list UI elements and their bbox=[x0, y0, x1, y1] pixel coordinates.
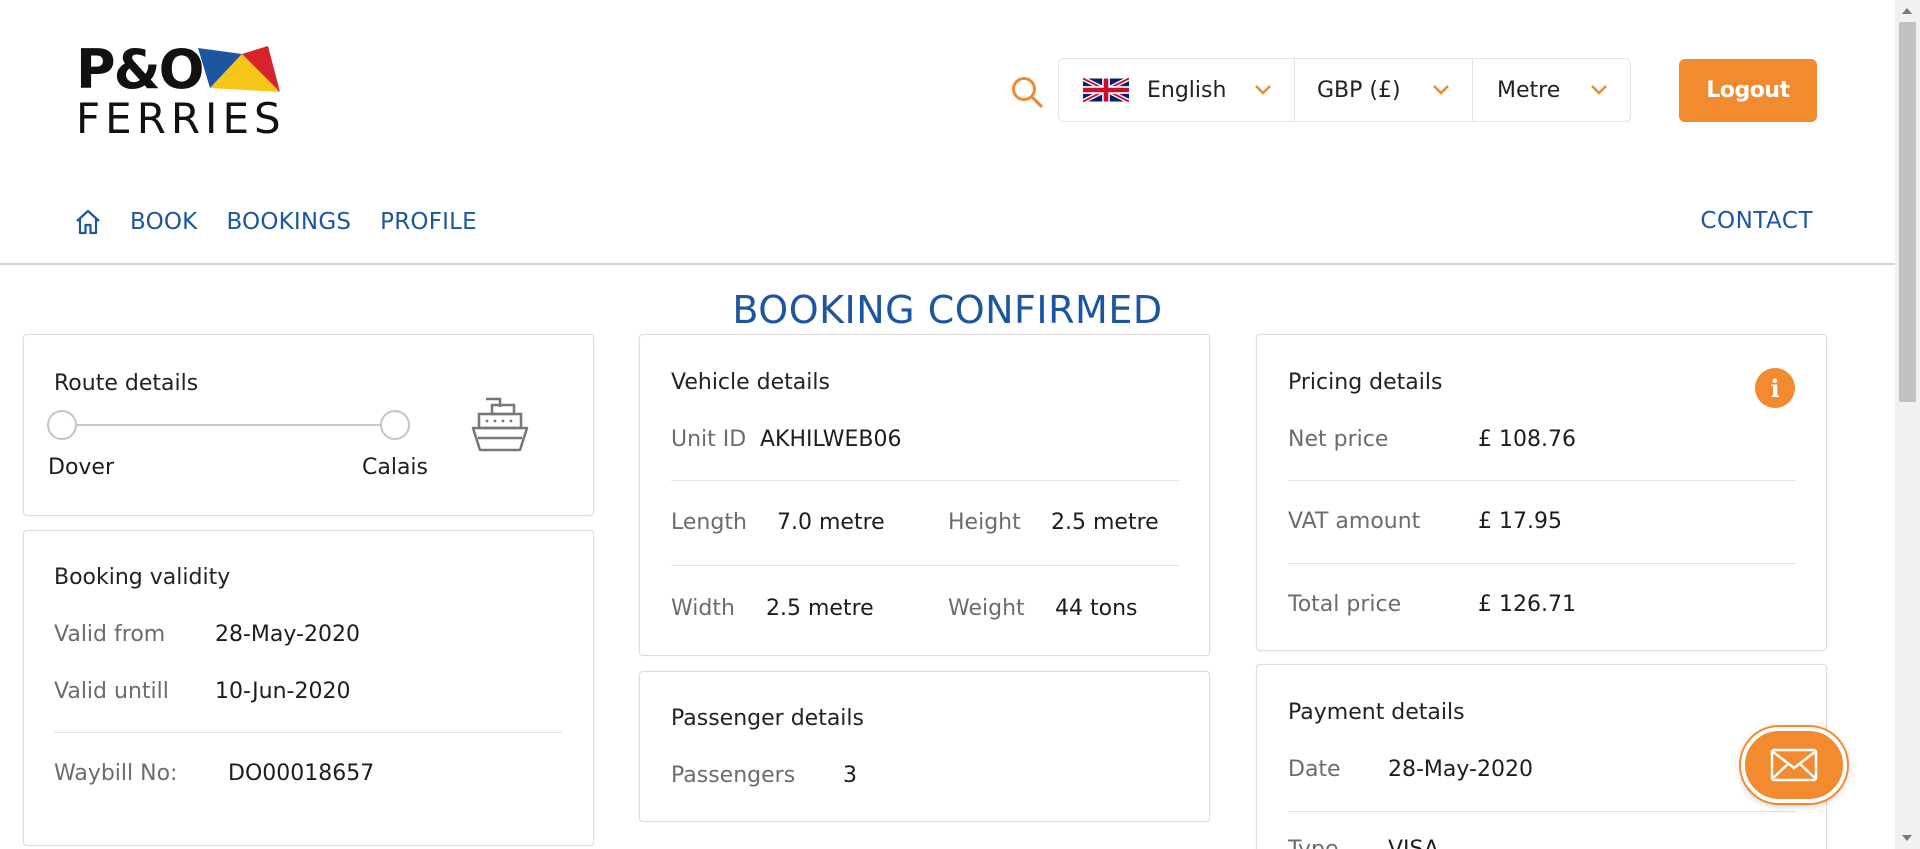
preferences-selector-group: English GBP (£) Metre bbox=[1058, 58, 1631, 122]
total-price-value: £ 126.71 bbox=[1478, 592, 1576, 617]
divider bbox=[671, 480, 1179, 481]
divider bbox=[1288, 811, 1796, 812]
booking-validity-card: Booking validity Valid from 28-May-2020 … bbox=[23, 530, 594, 846]
contact-mail-button[interactable] bbox=[1741, 727, 1847, 803]
payment-details-title: Payment details bbox=[1288, 700, 1465, 725]
width-value: 2.5 metre bbox=[766, 596, 874, 621]
info-icon[interactable]: i bbox=[1755, 368, 1795, 408]
nav-divider bbox=[0, 263, 1895, 265]
height-value: 2.5 metre bbox=[1051, 510, 1159, 535]
valid-until-value: 10-Jun-2020 bbox=[215, 679, 351, 704]
nav-profile[interactable]: PROFILE bbox=[380, 209, 477, 235]
payment-type-label: Type bbox=[1288, 837, 1339, 849]
waybill-label: Waybill No: bbox=[54, 761, 178, 786]
route-destination: Calais bbox=[362, 455, 429, 480]
route-details-card: Route details Dover Calais bbox=[23, 334, 594, 516]
route-details-title: Route details bbox=[54, 371, 199, 396]
passengers-label: Passengers bbox=[671, 763, 796, 788]
language-select[interactable]: English bbox=[1059, 59, 1295, 121]
weight-label: Weight bbox=[948, 596, 1025, 621]
ferry-icon bbox=[471, 397, 529, 452]
mail-icon bbox=[1770, 748, 1818, 782]
nav-contact[interactable]: CONTACT bbox=[1700, 208, 1813, 234]
length-label: Length bbox=[671, 510, 747, 535]
unit-select[interactable]: Metre bbox=[1473, 59, 1630, 121]
unit-id-label: Unit ID bbox=[671, 427, 747, 452]
brand-logo[interactable]: P&O FERRIES bbox=[76, 42, 281, 142]
vat-amount-label: VAT amount bbox=[1288, 509, 1421, 534]
vehicle-details-title: Vehicle details bbox=[671, 370, 830, 395]
language-value: English bbox=[1147, 77, 1227, 103]
logout-button[interactable]: Logout bbox=[1679, 59, 1817, 122]
booking-validity-title: Booking validity bbox=[54, 565, 231, 590]
pricing-details-card: Pricing details i Net price £ 108.76 VAT… bbox=[1256, 334, 1827, 651]
route-destination-marker bbox=[380, 410, 410, 440]
route-origin: Dover bbox=[48, 455, 114, 480]
valid-from-label: Valid from bbox=[54, 622, 166, 647]
page-title: BOOKING CONFIRMED bbox=[732, 288, 1163, 332]
length-value: 7.0 metre bbox=[777, 510, 885, 535]
valid-from-value: 28-May-2020 bbox=[215, 622, 360, 647]
home-icon[interactable] bbox=[74, 208, 102, 236]
currency-select[interactable]: GBP (£) bbox=[1295, 59, 1473, 121]
scrollbar-thumb[interactable] bbox=[1899, 22, 1916, 402]
scroll-down-arrow-icon[interactable] bbox=[1902, 835, 1912, 841]
payment-date-label: Date bbox=[1288, 757, 1341, 782]
page-scrollbar[interactable] bbox=[1895, 0, 1920, 849]
divider bbox=[1288, 563, 1796, 564]
unit-value: Metre bbox=[1497, 77, 1561, 103]
main-nav: BOOK BOOKINGS PROFILE bbox=[74, 204, 506, 240]
chevron-down-icon bbox=[1591, 85, 1607, 95]
weight-value: 44 tons bbox=[1055, 596, 1138, 621]
passengers-value: 3 bbox=[843, 763, 857, 788]
height-label: Height bbox=[948, 510, 1021, 535]
route-line bbox=[62, 424, 396, 426]
chevron-down-icon bbox=[1433, 85, 1449, 95]
passenger-details-card: Passenger details Passengers 3 bbox=[639, 671, 1210, 822]
scroll-up-arrow-icon[interactable] bbox=[1902, 8, 1912, 14]
net-price-label: Net price bbox=[1288, 427, 1389, 452]
payment-date-value: 28-May-2020 bbox=[1388, 757, 1533, 782]
search-icon[interactable] bbox=[1010, 75, 1044, 109]
vehicle-details-card: Vehicle details Unit ID AKHILWEB06 Lengt… bbox=[639, 334, 1210, 656]
width-label: Width bbox=[671, 596, 735, 621]
chevron-down-icon bbox=[1255, 85, 1271, 95]
net-price-value: £ 108.76 bbox=[1478, 427, 1576, 452]
nav-bookings[interactable]: BOOKINGS bbox=[226, 209, 351, 235]
divider bbox=[671, 565, 1179, 566]
vat-amount-value: £ 17.95 bbox=[1478, 509, 1562, 534]
logo-text-top: P&O bbox=[76, 38, 205, 101]
total-price-label: Total price bbox=[1288, 592, 1402, 617]
divider bbox=[1288, 480, 1796, 481]
divider bbox=[54, 732, 562, 733]
route-origin-marker bbox=[47, 410, 77, 440]
nav-book[interactable]: BOOK bbox=[130, 209, 197, 235]
logo-text-bottom: FERRIES bbox=[76, 94, 286, 143]
logo-flag-icon bbox=[198, 46, 280, 92]
valid-until-label: Valid untill bbox=[54, 679, 169, 704]
pricing-details-title: Pricing details bbox=[1288, 370, 1443, 395]
waybill-value: DO00018657 bbox=[228, 761, 375, 786]
unit-id-value: AKHILWEB06 bbox=[760, 427, 902, 452]
uk-flag-icon bbox=[1083, 76, 1129, 104]
payment-type-value: VISA bbox=[1388, 837, 1439, 849]
passenger-details-title: Passenger details bbox=[671, 706, 864, 731]
currency-value: GBP (£) bbox=[1317, 77, 1401, 103]
